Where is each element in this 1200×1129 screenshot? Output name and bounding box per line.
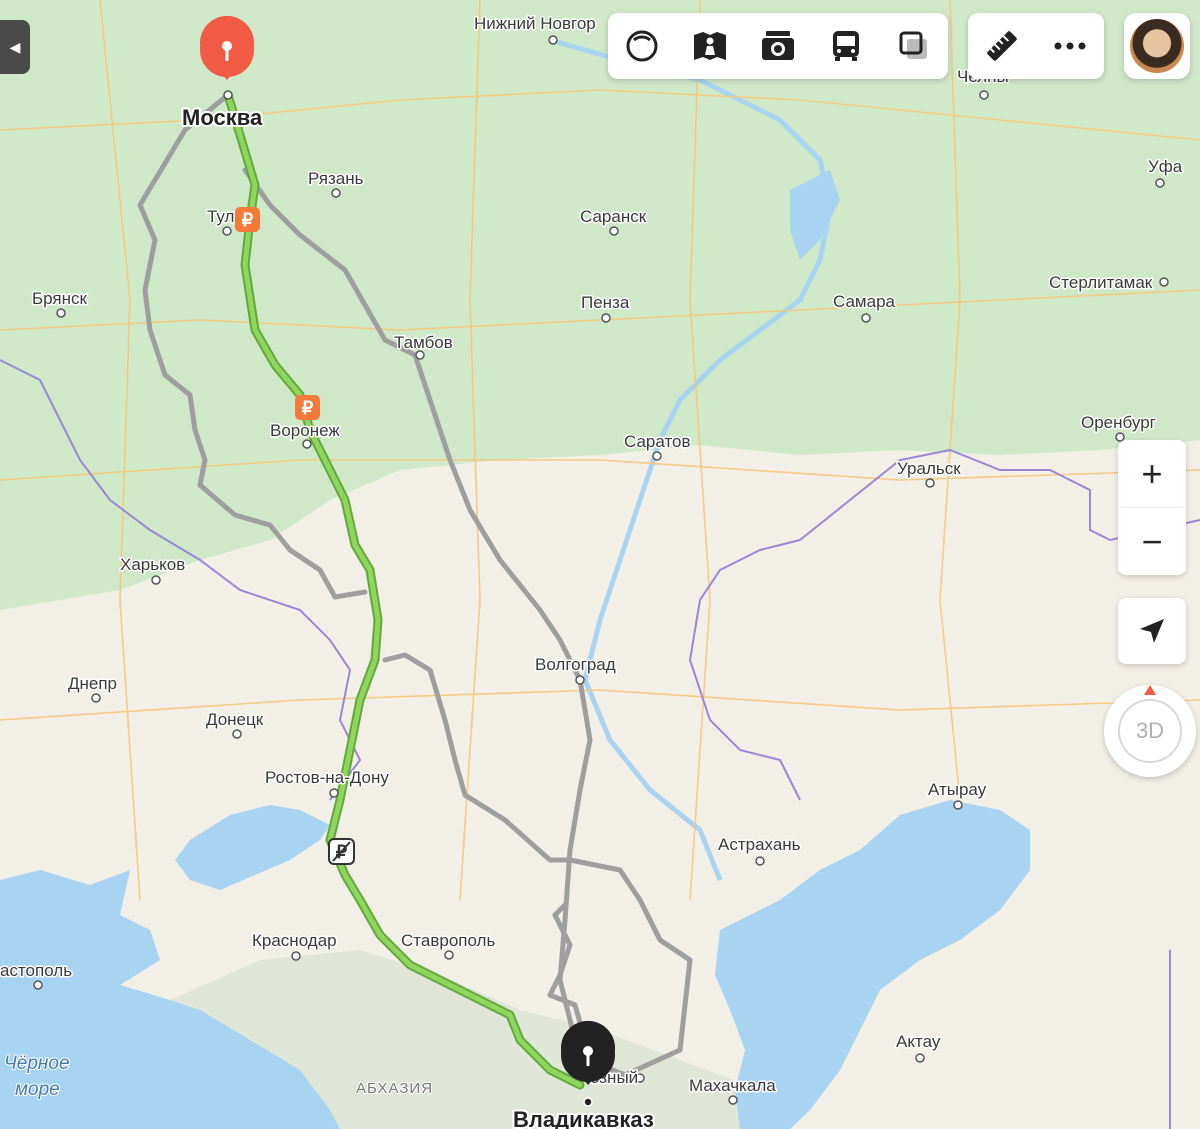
city-dot-atyrau	[953, 800, 963, 810]
city-dot-sevastopol	[33, 980, 43, 990]
city-dot-makhachkala	[728, 1095, 738, 1105]
city-label-atyrau[interactable]: Атырау	[927, 779, 989, 801]
city-label-kharkov[interactable]: Харьков	[119, 554, 187, 576]
city-label-voronezh[interactable]: Воронеж	[269, 420, 342, 442]
city-dot-tula	[222, 226, 232, 236]
transit-button[interactable]	[812, 13, 880, 79]
city-dot-donetsk	[232, 729, 242, 739]
panorama-button[interactable]	[676, 13, 744, 79]
city-label-bryansk[interactable]: Брянск	[31, 288, 90, 310]
zoom-out-button[interactable]: −	[1118, 508, 1186, 575]
zoom-controls: + −	[1118, 440, 1186, 575]
avatar-image	[1130, 19, 1184, 73]
city-label-moscow[interactable]: Москва	[180, 103, 265, 132]
panorama-icon	[694, 32, 726, 60]
city-label-dnepr[interactable]: Днепр	[67, 673, 119, 695]
no-toll-marker[interactable]: ₽	[328, 838, 355, 865]
city-dot-nizhny	[548, 35, 558, 45]
3d-compass-button[interactable]: 3D	[1104, 685, 1196, 777]
city-label-samara[interactable]: Самара	[832, 291, 898, 313]
layers-icon	[899, 31, 927, 59]
map-canvas[interactable]: Москва Нижний Новгор Челны Уфа Рязань Са…	[0, 0, 1200, 1129]
city-label-ryazan[interactable]: Рязань	[307, 168, 366, 190]
city-dot-samara	[861, 313, 871, 323]
layers-toolbar	[608, 13, 948, 79]
city-label-sevastopol[interactable]: астополь	[0, 960, 74, 982]
tools-toolbar	[968, 13, 1104, 79]
city-label-saransk[interactable]: Саранск	[579, 206, 649, 228]
toll-symbol: ₽	[302, 398, 314, 418]
city-dot-sterlitamak	[1159, 277, 1169, 287]
location-arrow-icon	[1140, 619, 1164, 643]
city-label-ufa[interactable]: Уфа	[1147, 156, 1185, 178]
toll-marker-tula[interactable]: ₽	[235, 207, 260, 232]
city-dot-krasnodar	[291, 951, 301, 961]
city-label-sterlitamak[interactable]: Стерлитамак	[1048, 272, 1155, 294]
city-dot-astrakhan	[755, 856, 765, 866]
city-dot-saransk	[609, 226, 619, 236]
minus-icon: −	[1141, 520, 1163, 562]
city-dot-bryansk	[56, 308, 66, 318]
plus-icon: +	[1141, 452, 1163, 494]
city-dot-aktau	[915, 1053, 925, 1063]
city-label-uralsk[interactable]: Уральск	[896, 458, 963, 480]
3d-label: 3D	[1135, 718, 1165, 743]
north-arrow-icon	[1144, 685, 1156, 695]
pin-icon	[222, 41, 232, 51]
city-label-tambov[interactable]: Тамбов	[393, 332, 455, 354]
city-dot-chelny	[979, 90, 989, 100]
city-label-volgograd[interactable]: Волгоград	[534, 654, 618, 676]
city-dot-dnepr	[91, 693, 101, 703]
pin-icon	[583, 1046, 593, 1056]
city-dot-voronezh	[302, 439, 312, 449]
city-dot-ryazan	[331, 188, 341, 198]
city-dot-stavropol	[444, 950, 454, 960]
region-label-abkhazia: АБХАЗИЯ	[356, 1080, 433, 1097]
traffic-button[interactable]	[608, 13, 676, 79]
collapse-panel-button[interactable]: ◀	[0, 20, 30, 74]
more-button[interactable]	[1036, 13, 1104, 79]
city-label-vladikavkaz[interactable]: Владикавказ	[511, 1105, 656, 1129]
city-dot-volgograd	[575, 675, 585, 685]
city-dot-vladikavkaz	[583, 1097, 593, 1107]
city-label-krasnodar[interactable]: Краснодар	[251, 930, 339, 952]
photo-icon	[762, 31, 794, 60]
bus-icon	[833, 31, 859, 61]
photo-button[interactable]	[744, 13, 812, 79]
more-icon	[1054, 42, 1086, 50]
zoom-in-button[interactable]: +	[1118, 440, 1186, 508]
city-dot-saratov	[652, 451, 662, 461]
city-dot-uralsk	[925, 478, 935, 488]
city-dot-tambov	[415, 350, 425, 360]
city-label-makhachkala[interactable]: Махачкала	[688, 1075, 778, 1097]
city-dot-ufa	[1155, 178, 1165, 188]
sea-label-black-sea-line1: Чёрное	[4, 1053, 70, 1074]
city-dot-penza	[601, 313, 611, 323]
traffic-icon	[626, 30, 658, 62]
city-label-astrakhan[interactable]: Астрахань	[717, 834, 803, 856]
locate-me-button[interactable]	[1118, 598, 1186, 664]
city-label-aktau[interactable]: Актау	[895, 1031, 943, 1053]
city-dot-kharkov	[151, 575, 161, 585]
city-label-nizhny[interactable]: Нижний Новгор	[473, 13, 598, 35]
city-label-tula[interactable]: Тул	[206, 206, 236, 228]
city-label-penza[interactable]: Пенза	[580, 292, 632, 314]
city-label-saratov[interactable]: Саратов	[623, 431, 693, 453]
city-label-orenburg[interactable]: Оренбург	[1080, 412, 1158, 434]
city-label-stavropol[interactable]: Ставрополь	[400, 930, 497, 952]
3d-label-ring: 3D	[1118, 699, 1182, 763]
user-avatar[interactable]	[1124, 13, 1190, 79]
city-dot-rostov	[329, 788, 339, 798]
toll-symbol: ₽	[242, 210, 254, 230]
city-label-rostov[interactable]: Ростов-на-Дону	[264, 767, 391, 789]
city-label-donetsk[interactable]: Донецк	[205, 709, 266, 731]
sea-label-black-sea-line2: море	[15, 1079, 60, 1100]
toll-marker-voronezh[interactable]: ₽	[295, 395, 320, 420]
layers-button[interactable]	[880, 13, 948, 79]
ruler-button[interactable]	[968, 13, 1036, 79]
chevron-left-icon: ◀	[9, 38, 21, 55]
ruler-icon	[987, 31, 1017, 61]
city-dot-moscow	[223, 90, 233, 100]
